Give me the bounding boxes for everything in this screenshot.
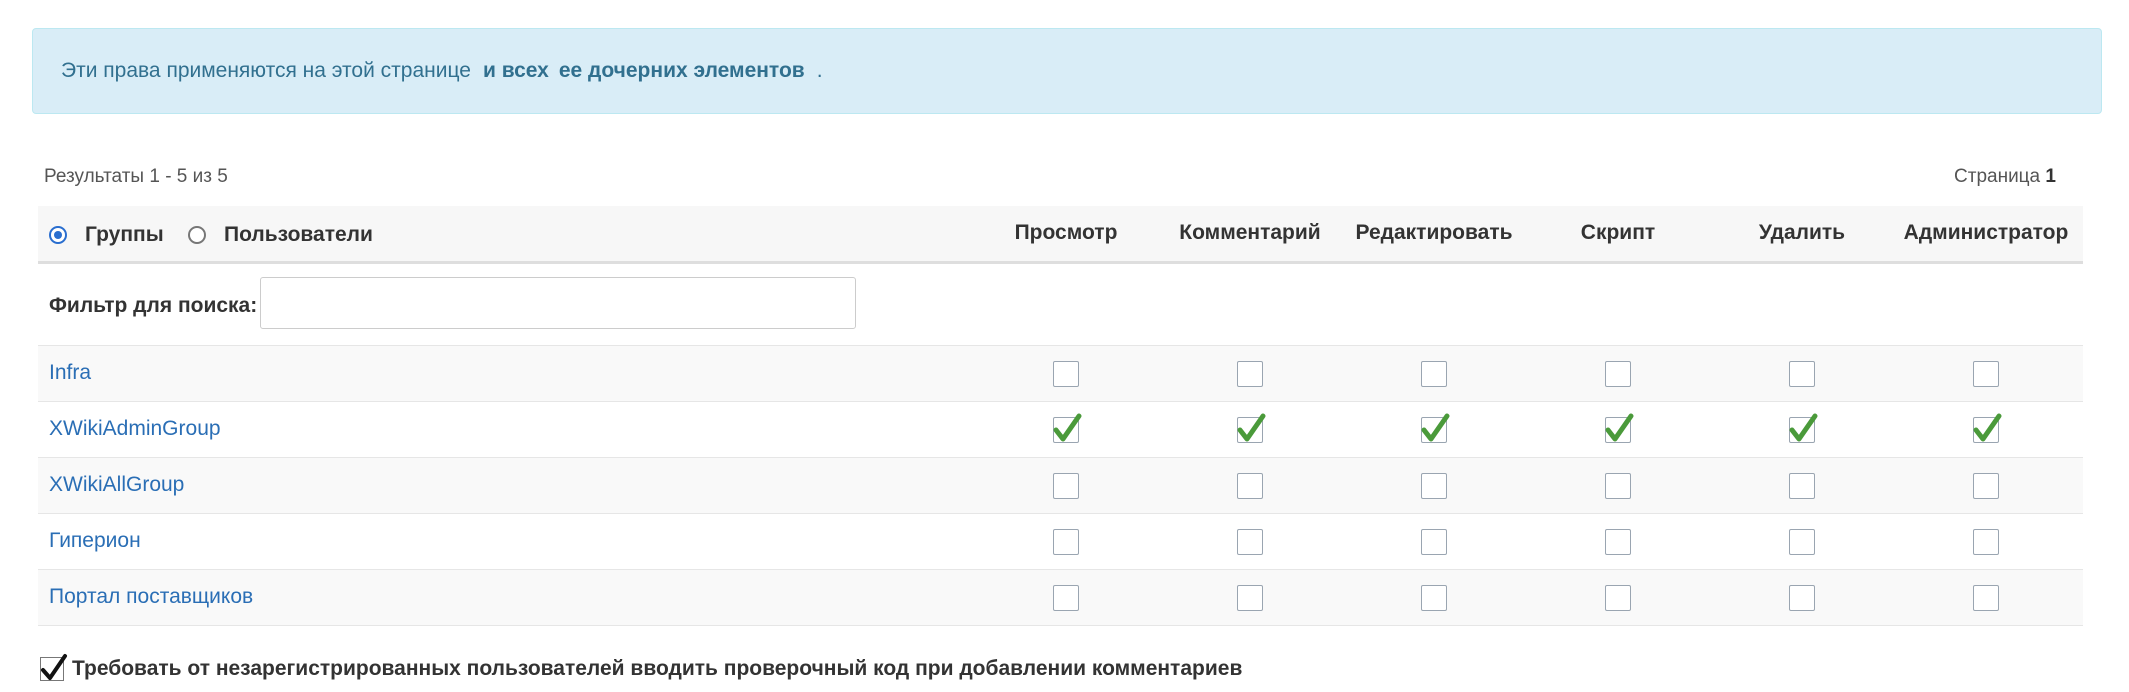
info-strong-and-all: и всех <box>482 59 549 82</box>
right-checkbox-comment[interactable] <box>1237 585 1263 611</box>
table-row: Гиперион <box>38 514 2083 570</box>
info-alert: Эти права применяются на этой странице и… <box>32 28 2102 114</box>
groups-label: Группы <box>85 223 164 246</box>
table-header: Группы Пользователи Просмотр Комментарий… <box>38 206 2083 264</box>
group-name-link[interactable]: XWikiAdminGroup <box>49 417 221 441</box>
right-checkbox-edit[interactable] <box>1421 413 1450 443</box>
right-checkbox-delete[interactable] <box>1789 529 1815 555</box>
right-checkbox-view[interactable] <box>1053 413 1082 443</box>
column-comment: Комментарий <box>1179 221 1321 244</box>
right-checkbox-script[interactable] <box>1605 529 1631 555</box>
filter-label: Фильтр для поиска: <box>49 294 258 317</box>
current-page[interactable]: 1 <box>2045 166 2056 187</box>
info-strong-children: ее дочерних элементов <box>558 59 805 82</box>
group-name-link[interactable]: Гиперион <box>49 529 141 553</box>
info-dot: . <box>816 59 823 82</box>
users-radio[interactable] <box>188 226 206 244</box>
right-checkbox-comment[interactable] <box>1237 473 1263 499</box>
column-edit: Редактировать <box>1355 221 1513 244</box>
table-row: Портал поставщиков <box>38 570 2083 626</box>
right-checkbox-edit[interactable] <box>1421 585 1447 611</box>
right-checkbox-admin[interactable] <box>1973 585 1999 611</box>
green-check-icon <box>1053 413 1082 442</box>
green-check-icon <box>1973 413 2002 442</box>
pagination: Страница 1 <box>1954 166 2056 188</box>
right-checkbox-script[interactable] <box>1605 361 1631 387</box>
checkmark-icon <box>41 654 67 680</box>
captcha-option[interactable]: Требовать от незарегистрированных пользо… <box>40 654 1243 681</box>
right-checkbox-delete[interactable] <box>1789 473 1815 499</box>
right-checkbox-delete[interactable] <box>1789 361 1815 387</box>
right-checkbox-script[interactable] <box>1605 413 1634 443</box>
table-row: Infra <box>38 346 2083 402</box>
group-name-link[interactable]: Портал поставщиков <box>49 585 253 609</box>
green-check-icon <box>1789 413 1818 442</box>
users-label: Пользователи <box>224 223 373 246</box>
right-checkbox-edit[interactable] <box>1421 361 1447 387</box>
filter-input[interactable] <box>260 277 856 329</box>
captcha-label: Требовать от незарегистрированных пользо… <box>72 657 1243 680</box>
column-script: Скрипт <box>1580 221 1656 244</box>
right-checkbox-script[interactable] <box>1605 585 1631 611</box>
column-admin: Администратор <box>1903 221 2069 244</box>
right-checkbox-delete[interactable] <box>1789 585 1815 611</box>
right-checkbox-edit[interactable] <box>1421 529 1447 555</box>
right-checkbox-comment[interactable] <box>1237 413 1266 443</box>
green-check-icon <box>1605 413 1634 442</box>
tab-groups[interactable]: Группы <box>49 223 164 247</box>
right-checkbox-script[interactable] <box>1605 473 1631 499</box>
results-count: Результаты 1 - 5 из 5 <box>44 166 228 187</box>
green-check-icon <box>1421 413 1450 442</box>
group-name-link[interactable]: XWikiAllGroup <box>49 473 184 497</box>
rights-table: Группы Пользователи Просмотр Комментарий… <box>38 206 2083 626</box>
right-checkbox-view[interactable] <box>1053 361 1079 387</box>
info-text: Эти права применяются на этой странице <box>61 59 471 82</box>
group-name-link[interactable]: Infra <box>49 361 91 385</box>
right-checkbox-view[interactable] <box>1053 585 1079 611</box>
right-checkbox-delete[interactable] <box>1789 413 1818 443</box>
right-checkbox-admin[interactable] <box>1973 413 2002 443</box>
right-checkbox-admin[interactable] <box>1973 529 1999 555</box>
green-check-icon <box>1237 413 1266 442</box>
table-row: XWikiAdminGroup <box>38 402 2083 458</box>
filter-row: Фильтр для поиска: <box>38 264 2083 346</box>
page-label: Страница <box>1954 166 2041 187</box>
right-checkbox-comment[interactable] <box>1237 529 1263 555</box>
column-delete: Удалить <box>1758 221 1846 244</box>
right-checkbox-admin[interactable] <box>1973 473 1999 499</box>
tab-users[interactable]: Пользователи <box>188 223 373 247</box>
captcha-checkbox[interactable] <box>40 654 67 681</box>
right-checkbox-view[interactable] <box>1053 529 1079 555</box>
right-checkbox-view[interactable] <box>1053 473 1079 499</box>
right-checkbox-admin[interactable] <box>1973 361 1999 387</box>
table-row: XWikiAllGroup <box>38 458 2083 514</box>
right-checkbox-edit[interactable] <box>1421 473 1447 499</box>
groups-radio[interactable] <box>49 226 67 244</box>
column-view: Просмотр <box>1014 221 1118 244</box>
right-checkbox-comment[interactable] <box>1237 361 1263 387</box>
